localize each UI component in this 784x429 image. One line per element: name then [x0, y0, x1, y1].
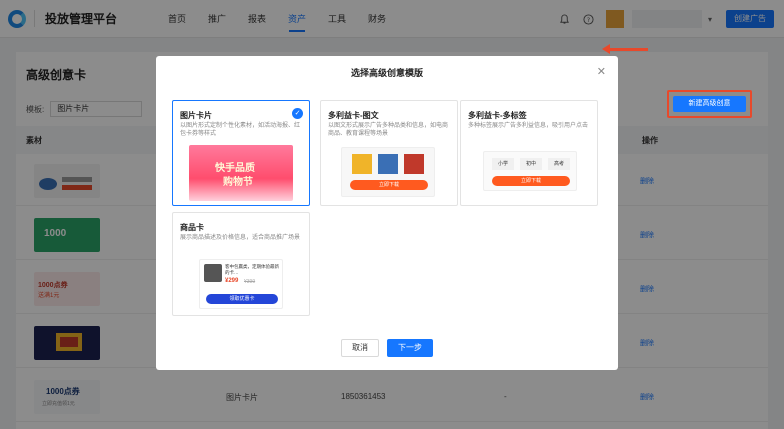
card-desc: 展示商品描述及价格信息，适合商品推广场景: [180, 235, 301, 241]
card-desc: 以图文形式展示广告多种品类和信息，如电商商品、教育课程等场景: [328, 123, 449, 137]
card-desc: 多种标签展示广告多利益信息，吸引用户点击: [468, 123, 589, 129]
multi-graphic-preview: 立即下载: [341, 147, 435, 197]
template-card-image[interactable]: 图片卡片 ✓ 以图片形式定制个性化素材，如活动海报、红包卡券等样式 快手品质 购…: [172, 100, 310, 206]
card-desc: 以图片形式定制个性化素材，如活动海报、红包卡券等样式: [180, 123, 301, 137]
goods-old-price: ¥399: [244, 279, 256, 285]
card-title: 多利益卡-多标签: [468, 111, 527, 120]
arrow-annotation-icon: [602, 44, 648, 54]
goods-preview: 客中包赢类，定期体验最新的卡… ¥299 ¥399 领取优惠卡: [199, 259, 283, 309]
goods-name: 客中包赢类，定期体验最新的卡…: [225, 264, 279, 275]
check-icon: ✓: [292, 108, 303, 119]
poster-preview: 快手品质 购物节: [189, 145, 293, 201]
tag-chip: 小学: [492, 158, 514, 170]
close-icon[interactable]: ✕: [597, 65, 606, 78]
cancel-button[interactable]: 取消: [341, 339, 379, 357]
card-title: 多利益卡-图文: [328, 111, 379, 120]
next-button[interactable]: 下一步: [387, 339, 433, 357]
poster-text: 快手品质: [215, 163, 255, 174]
goods-image: [204, 264, 222, 282]
modal-title: 选择高级创意模版: [350, 68, 423, 78]
goods-button-preview: 领取优惠卡: [206, 294, 278, 304]
tag-chip: 高考: [548, 158, 570, 170]
goods-price: ¥299: [225, 278, 239, 284]
template-card-multi-graphic[interactable]: 多利益卡-图文 以图文形式展示广告多种品类和信息，如电商商品、教育课程等场景 立…: [320, 100, 458, 206]
multi-tag-preview: 小学 初中 高考 立即下载: [483, 151, 577, 191]
new-advanced-creative-button[interactable]: 新建高级创意: [673, 96, 746, 112]
download-button-preview: 立即下载: [350, 180, 428, 190]
new-button-highlight: 新建高级创意: [667, 90, 752, 118]
card-title: 图片卡片: [180, 111, 212, 120]
download-button-preview: 立即下载: [492, 176, 570, 186]
poster-text: 购物节: [223, 177, 253, 188]
template-card-multi-tag[interactable]: 多利益卡-多标签 多种标签展示广告多利益信息，吸引用户点击 小学 初中 高考 立…: [460, 100, 598, 206]
template-card-goods[interactable]: 商品卡 展示商品描述及价格信息，适合商品推广场景 客中包赢类，定期体验最新的卡……: [172, 212, 310, 316]
tag-chip: 初中: [520, 158, 542, 170]
card-title: 商品卡: [180, 223, 204, 232]
modal-footer: 取消 下一步: [156, 339, 618, 357]
template-select-modal: 选择高级创意模版 ✕ 图片卡片 ✓ 以图片形式定制个性化素材，如活动海报、红包卡…: [156, 56, 618, 370]
